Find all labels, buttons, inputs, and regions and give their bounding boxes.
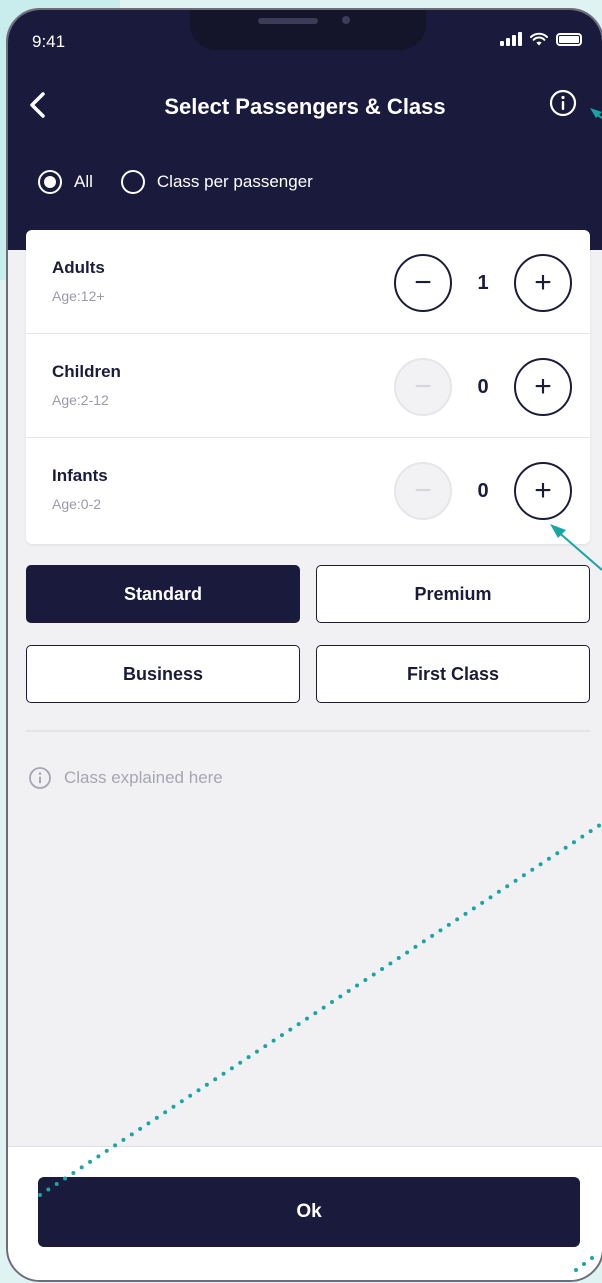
radio-circle-selected <box>38 170 62 194</box>
passenger-row-infants: Infants Age:0-2 − 0 + <box>26 438 590 542</box>
class-standard-button[interactable]: Standard <box>26 565 300 623</box>
passenger-age: Age:12+ <box>52 288 105 304</box>
notch <box>190 10 426 50</box>
class-business-button[interactable]: Business <box>26 645 300 703</box>
signal-icon <box>500 32 522 46</box>
passenger-type: Adults <box>52 258 105 277</box>
header: 9:41 Select Passengers & Class All Class… <box>8 10 602 250</box>
class-explanation-text: Class explained here <box>64 768 223 787</box>
radio-label: All <box>74 172 93 191</box>
children-increment-button[interactable]: + <box>514 358 572 416</box>
class-mode-radio-group: All Class per passenger <box>38 170 341 194</box>
adults-increment-button[interactable]: + <box>514 254 572 312</box>
infants-increment-button[interactable]: + <box>514 462 572 520</box>
ok-button[interactable]: Ok <box>38 1177 580 1247</box>
adults-stepper: − 1 + <box>394 254 572 312</box>
status-icons <box>500 32 582 46</box>
radio-label: Class per passenger <box>156 172 313 191</box>
passenger-row-children: Children Age:2-12 − 0 + <box>26 334 590 438</box>
passenger-type: Children <box>52 362 121 381</box>
radio-circle <box>120 170 145 194</box>
divider <box>26 730 590 732</box>
adults-count: 1 <box>477 271 489 294</box>
page-title: Select Passengers & Class <box>164 94 446 119</box>
infants-decrement-button[interactable]: − <box>394 462 452 520</box>
children-decrement-button[interactable]: − <box>394 358 452 416</box>
wifi-icon <box>530 32 548 46</box>
passenger-card: Adults Age:12+ − 1 + Children Age:2-12 −… <box>26 230 590 544</box>
radio-class-per-passenger[interactable]: Class per passenger <box>120 170 313 194</box>
bottom-bar: Ok <box>8 1146 602 1280</box>
children-stepper: − 0 + <box>394 358 572 416</box>
infants-count: 0 <box>477 479 489 502</box>
phone-frame: 9:41 Select Passengers & Class All Class… <box>6 8 602 1282</box>
status-time: 9:41 <box>32 32 66 51</box>
info-icon <box>29 767 51 789</box>
passenger-age: Age:2-12 <box>52 392 109 408</box>
radio-all[interactable]: All <box>38 170 93 194</box>
children-count: 0 <box>477 375 489 398</box>
battery-icon <box>556 33 582 46</box>
passenger-row-adults: Adults Age:12+ − 1 + <box>26 230 590 334</box>
info-icon[interactable] <box>548 88 578 118</box>
passenger-type: Infants <box>52 466 108 485</box>
class-first-class-button[interactable]: First Class <box>316 645 590 703</box>
infants-stepper: − 0 + <box>394 462 572 520</box>
adults-decrement-button[interactable]: − <box>394 254 452 312</box>
passenger-age: Age:0-2 <box>52 496 102 512</box>
class-premium-button[interactable]: Premium <box>316 565 590 623</box>
class-explanation: Class explained here <box>28 766 223 790</box>
